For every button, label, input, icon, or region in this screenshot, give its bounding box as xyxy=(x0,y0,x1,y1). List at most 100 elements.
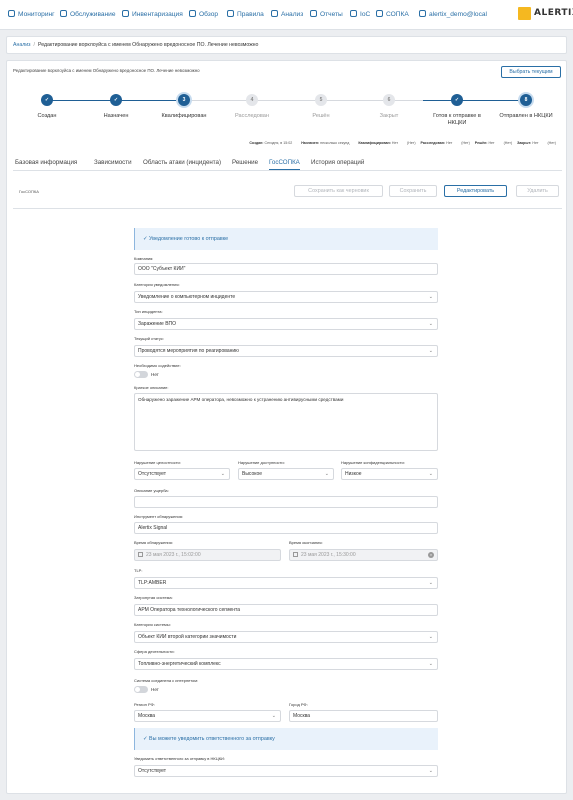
tlp-select[interactable]: TLP:AMBER ⌄ xyxy=(134,577,438,589)
save-draft-button[interactable]: Сохранить как черновик xyxy=(294,185,383,197)
section-toolbar: ГосСОПКА Сохранить как черновик Сохранит… xyxy=(13,181,562,209)
damage-field[interactable] xyxy=(134,496,438,508)
detect-time-field[interactable]: 23 мая 2023 г., 15:02:00 xyxy=(134,549,281,561)
city-field[interactable]: Москва xyxy=(289,710,438,722)
internet-toggle[interactable] xyxy=(134,686,148,693)
step-6-circle[interactable]: 6 xyxy=(383,94,395,106)
delete-label: Удалить xyxy=(527,188,548,194)
step-4-label: Расследован xyxy=(235,113,269,119)
step-2-circle[interactable]: ✓ xyxy=(110,94,122,106)
step-3-circle[interactable]: 3 xyxy=(178,94,190,106)
meta-investigated-by: (Нет) xyxy=(461,141,470,145)
monitor-icon xyxy=(8,10,15,17)
status-select[interactable]: Проводятся мероприятия по реагированию ⌄ xyxy=(134,345,438,357)
nav-rules[interactable]: Правила xyxy=(227,10,264,19)
ready-banner: ✓ Уведомление готово к отправке xyxy=(134,228,438,250)
tool-field[interactable]: Alertix Signal xyxy=(134,522,438,534)
assist-toggle[interactable] xyxy=(134,371,148,378)
save-button[interactable]: Сохранить xyxy=(389,185,437,197)
tab-attack-area[interactable]: Область атаки (инцидента) xyxy=(143,159,221,166)
save-label: Сохранить xyxy=(399,188,427,194)
system-category-select[interactable]: Объект КИИ второй категории значимости ⌄ xyxy=(134,631,438,643)
chevron-down-icon: ⌄ xyxy=(324,471,329,477)
confidentiality-select[interactable]: Низкое ⌄ xyxy=(341,468,438,480)
tab-history[interactable]: История операций xyxy=(311,159,364,166)
step-1-label: Создан xyxy=(37,113,57,119)
internet-label: Система соединена с интернетом: xyxy=(134,678,199,683)
incident-type-select[interactable]: Заражение ВПО ⌄ xyxy=(134,318,438,330)
tab-solution[interactable]: Решение xyxy=(232,159,258,166)
step-2-label: Назначен xyxy=(103,113,129,119)
system-category-label: Категория системы: xyxy=(134,622,171,627)
chevron-down-icon: ⌄ xyxy=(428,294,433,300)
meta-created: Создан: Сегодня, в 15:02 xyxy=(249,141,293,145)
tab-bar: Базовая информация Зависимости Область а… xyxy=(13,157,562,171)
nav-inventory[interactable]: Инвентаризация xyxy=(122,10,183,19)
shield-icon xyxy=(376,10,383,17)
company-field[interactable]: ООО "Субъект КИИ" xyxy=(134,263,438,275)
system-label: Затронутая система: xyxy=(134,595,173,600)
nav-monitoring[interactable]: Мониторинг xyxy=(8,10,55,19)
tlp-label: TLP: xyxy=(134,568,143,573)
step-3-label: Квалифицирован xyxy=(161,113,207,119)
description-label: Краткое описание: xyxy=(134,385,169,390)
integrity-select[interactable]: Отсутствует ⌄ xyxy=(134,468,230,480)
step-7-circle[interactable]: ✓ xyxy=(451,94,463,106)
tab-gossopka[interactable]: ГосСОПКА xyxy=(269,159,300,170)
notify-select[interactable]: Отсутствует ⌄ xyxy=(134,765,438,777)
breadcrumb-root[interactable]: Анализ xyxy=(13,42,31,48)
meta-qualified-by: (Нет) xyxy=(407,141,416,145)
step-4-circle[interactable]: 4 xyxy=(246,94,258,106)
end-time-field[interactable]: 23 мая 2023 г., 15:30:00 × xyxy=(289,549,438,561)
assist-label: Необходимо содействие: xyxy=(134,363,181,368)
chevron-down-icon: ⌄ xyxy=(428,471,433,477)
step-7-label: Готов к отправке в НКЦКИ xyxy=(433,113,481,126)
internet-value: Нет xyxy=(151,687,159,692)
nav-ioc[interactable]: IoC xyxy=(350,10,370,19)
chevron-down-icon: ⌄ xyxy=(428,321,433,327)
save-draft-label: Сохранить как черновик xyxy=(308,188,369,194)
incident-title: Редактирование ворклоуйса с именем Обнар… xyxy=(13,68,200,73)
notify-label: Уведомить ответственного за отправку в Н… xyxy=(134,756,226,761)
edit-button[interactable]: Редактировать xyxy=(444,185,507,197)
availability-select[interactable]: Высокое ⌄ xyxy=(238,468,334,480)
integrity-label: Нарушение целостности: xyxy=(134,460,181,465)
step-8-circle[interactable]: 8 xyxy=(520,94,532,106)
chevron-down-icon: ⌄ xyxy=(428,768,433,774)
chevron-down-icon: ⌄ xyxy=(220,471,225,477)
step-1-circle[interactable]: ✓ xyxy=(41,94,53,106)
meta-closed: Закрыт: Нет xyxy=(517,141,539,145)
nav-sopka[interactable]: СОПКА xyxy=(376,10,409,19)
availability-label: Нарушение доступности: xyxy=(238,460,285,465)
nav-overview[interactable]: Обзор xyxy=(189,10,218,19)
chevron-down-icon: ⌄ xyxy=(428,661,433,667)
description-textarea[interactable]: Обнаружено заражение АРМ оператора, нево… xyxy=(134,393,438,451)
system-field[interactable]: АРМ Оператора технологического сегмента xyxy=(134,604,438,616)
breadcrumb-separator: / xyxy=(33,42,35,48)
clear-icon[interactable]: × xyxy=(428,552,434,558)
assist-value: Нет xyxy=(151,372,159,377)
select-current-button[interactable]: Выбрать текущим xyxy=(501,66,561,78)
nav-analysis[interactable]: Анализ xyxy=(271,10,303,19)
sphere-label: Сфера деятельности: xyxy=(134,649,175,654)
meta-assigned: Назначен: несколько секунд xyxy=(301,141,350,145)
edit-label: Редактировать xyxy=(456,188,495,194)
ioc-icon xyxy=(350,10,357,17)
step-5-circle[interactable]: 5 xyxy=(315,94,327,106)
nav-maintenance[interactable]: Обслуживание xyxy=(60,10,116,19)
alertix-logo[interactable]: ALERTIX xyxy=(518,6,573,22)
inventory-icon xyxy=(122,10,129,17)
sphere-select[interactable]: Топливно-энергетический комплекс ⌄ xyxy=(134,658,438,670)
company-label: Компания: xyxy=(134,256,154,261)
detect-time-label: Время обнаружения: xyxy=(134,540,173,545)
incident-type-label: Тип инцидента: xyxy=(134,309,163,314)
nav-reports[interactable]: Отчеты xyxy=(310,10,343,19)
delete-button[interactable]: Удалить xyxy=(516,185,559,197)
wrench-icon xyxy=(227,10,234,17)
nav-user[interactable]: alertix_demo@local xyxy=(419,10,487,19)
tab-basic-info[interactable]: Базовая информация xyxy=(15,159,77,166)
tab-dependencies[interactable]: Зависимости xyxy=(94,159,132,166)
meta-closed-by: (Нет) xyxy=(547,141,556,145)
category-select[interactable]: Уведомление о компьютерном инциденте ⌄ xyxy=(134,291,438,303)
region-select[interactable]: Москва ⌄ xyxy=(134,710,281,722)
